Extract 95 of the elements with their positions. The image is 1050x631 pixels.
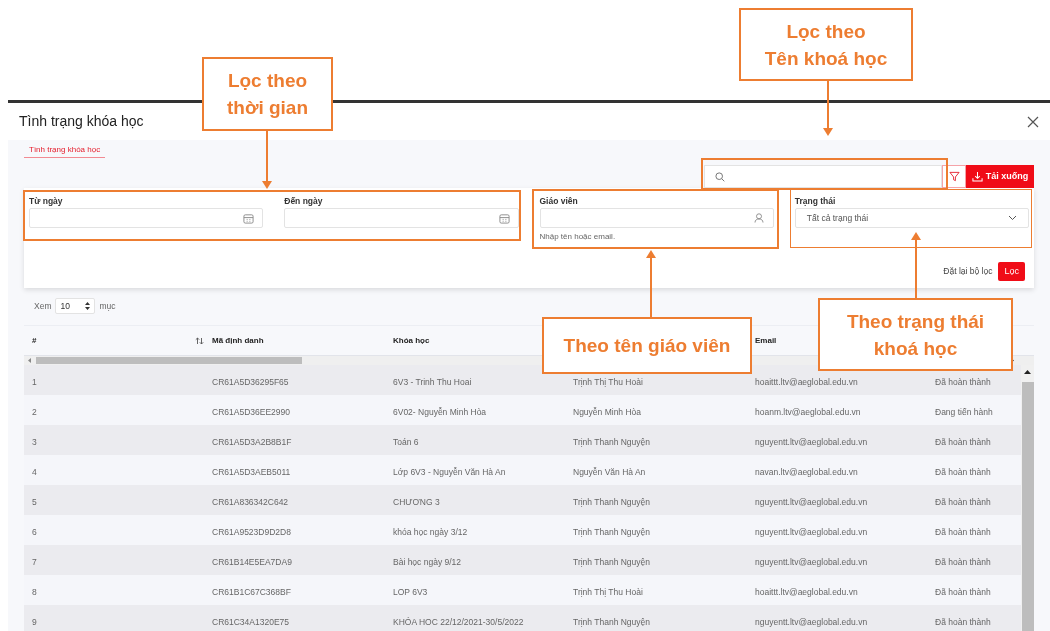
tab[interactable]: Tình trạng khóa học: [24, 140, 106, 158]
table-cell: Đang tiến hành: [935, 407, 993, 417]
table-cell: Trịnh Thanh Nguyện: [573, 497, 651, 507]
table-cell: CR61B1C67C368BF: [212, 587, 291, 597]
table-cell: 1: [32, 377, 37, 387]
callout-text: Lọc theo: [786, 19, 866, 44]
table-cell: 4: [32, 467, 37, 477]
search-icon: [715, 171, 725, 182]
table-cell: Đã hoàn thành: [935, 617, 991, 627]
table-cell: Nguyễn Minh Hòa: [573, 407, 642, 417]
table-cell: Đã hoàn thành: [935, 467, 991, 477]
callout-text: Theo trạng thái: [846, 309, 985, 334]
date-field[interactable]: [284, 208, 519, 228]
callout-text: khoá học: [873, 336, 958, 361]
table-cell: Trịnh Thị Thu Hoài: [573, 377, 643, 387]
chevron-down-icon: [1008, 215, 1017, 221]
filter-button[interactable]: [942, 165, 966, 188]
search-field[interactable]: [704, 165, 942, 188]
table-cell: CR61A9523D9D2D8: [212, 527, 291, 537]
callout-text: thời gian: [226, 96, 309, 120]
table-cell: CR61A5D3AEB5011: [212, 467, 291, 477]
table-cell: LOP 6V3: [393, 587, 428, 597]
table-cell: navan.ltv@aeglobal.edu.vn: [755, 467, 858, 477]
status-dropdown[interactable]: Tất cả trạng thái: [794, 208, 1029, 228]
table-cell: Trịnh Thanh Nguyện: [573, 437, 651, 447]
table-cell: nguyentt.ltv@aeglobal.edu.vn: [755, 617, 868, 627]
table-cell: 6V02- Nguyễn Minh Hòa: [393, 407, 487, 417]
download-button[interactable]: Tải xuống: [966, 165, 1034, 188]
person-icon: [753, 213, 764, 223]
table-cell: Đã hoàn thành: [935, 377, 991, 387]
table-cell: Trịnh Thanh Nguyện: [573, 617, 651, 627]
table-cell: CHƯƠNG 3: [393, 497, 440, 507]
table-cell: CR61A5D36295F65: [212, 377, 289, 387]
table-cell: nguyentt.ltv@aeglobal.edu.vn: [755, 527, 868, 537]
date-field[interactable]: [29, 208, 264, 228]
page-size-label: mục: [99, 299, 116, 313]
help-text: Nhập tên hoặc email.: [539, 231, 617, 243]
table-cell: 3: [32, 437, 37, 447]
sort-icon[interactable]: [195, 336, 204, 345]
table-cell: 7: [32, 557, 37, 567]
table-cell: nguyentt.ltv@aeglobal.edu.vn: [755, 557, 868, 567]
table-cell: Đã hoàn thành: [935, 587, 991, 597]
callout-text: Tên khoá học: [764, 46, 888, 71]
close-icon[interactable]: [1027, 115, 1039, 128]
field-label: Đến ngày: [284, 195, 324, 208]
column-header: #: [32, 334, 37, 347]
table-cell: CR61A5D3A2B8B1F: [212, 437, 292, 447]
table-cell: 9: [32, 617, 37, 627]
table-cell: Lớp 6V3 - Nguyễn Văn Hà An: [393, 467, 506, 477]
filter-icon: [948, 171, 960, 182]
table-cell: Nguyễn Văn Hà An: [573, 467, 646, 477]
calendar-icon[interactable]: [243, 212, 255, 224]
teacher-field[interactable]: [539, 208, 774, 228]
table-cell: Trịnh Thanh Nguyện: [573, 527, 651, 537]
page-size-select[interactable]: 10: [55, 298, 96, 314]
table-cell: Bài học ngày 9/12: [393, 557, 462, 567]
table-cell: 6: [32, 527, 37, 537]
scrollbar-thumb[interactable]: [36, 357, 302, 364]
field-label: Trạng thái: [794, 195, 837, 208]
field-label: Giáo viên: [539, 195, 579, 208]
table-cell: CR61A5D36EE2990: [212, 407, 290, 417]
table-cell: hoanm.ltv@aeglobal.edu.vn: [755, 407, 861, 417]
dialog-title: Tình trạng khóa học: [19, 112, 144, 131]
calendar-icon[interactable]: [498, 212, 510, 224]
table-cell: Trịnh Thanh Nguyện: [573, 557, 651, 567]
column-header: Khóa học: [393, 334, 430, 347]
table-cell: CR61A836342C642: [212, 497, 289, 507]
table-cell: Đã hoàn thành: [935, 437, 991, 447]
table-cell: nguyentt.ltv@aeglobal.edu.vn: [755, 497, 868, 507]
reset-filter-link[interactable]: Đặt lại bộ lọc: [943, 265, 993, 278]
table-cell: 6V3 - Trinh Thu Hoai: [393, 377, 472, 387]
table-cell: CR61C34A1320E75: [212, 617, 290, 627]
column-header: Email: [755, 334, 777, 347]
sort-arrows-icon: [85, 302, 91, 310]
table-cell: khóa học ngày 3/12: [393, 527, 468, 537]
table-cell: Đã hoàn thành: [935, 557, 991, 567]
table-cell: hoaittt.ltv@aeglobal.edu.vn: [755, 587, 858, 597]
callout-text: Lọc theo: [227, 69, 308, 93]
table-cell: hoaittt.ltv@aeglobal.edu.vn: [755, 377, 858, 387]
page-size-label: Xem: [34, 299, 52, 313]
field-label: Từ ngày: [29, 195, 64, 208]
table-cell: Đã hoàn thành: [935, 527, 991, 537]
apply-filter-button[interactable]: Lọc: [998, 262, 1025, 281]
column-header: Mã định danh: [212, 334, 264, 347]
download-icon: [971, 171, 983, 182]
table-cell: CR61B14E5EA7DA9: [212, 557, 292, 567]
table-cell: Trịnh Thị Thu Hoài: [573, 587, 643, 597]
callout-text: Theo tên giáo viên: [563, 334, 731, 358]
table-cell: nguyentt.ltv@aeglobal.edu.vn: [755, 437, 868, 447]
table-cell: KHÓA HOC 22/12/2021-30/5/2022: [393, 617, 524, 627]
table-cell: 2: [32, 407, 37, 417]
table-cell: 8: [32, 587, 37, 597]
table-cell: Toán 6: [393, 437, 419, 447]
table-cell: 5: [32, 497, 37, 507]
table-cell: Đã hoàn thành: [935, 497, 991, 507]
